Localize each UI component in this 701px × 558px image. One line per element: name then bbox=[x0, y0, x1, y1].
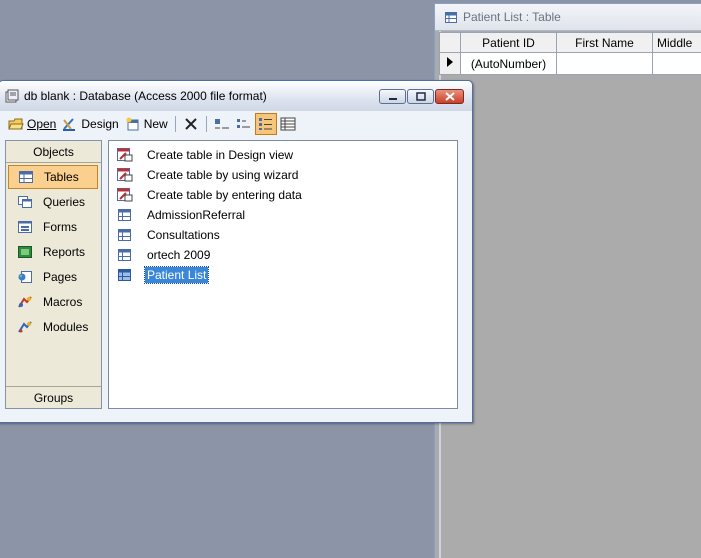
table-icon bbox=[445, 11, 457, 23]
column-header-patient-id[interactable]: Patient ID bbox=[460, 32, 557, 53]
database-window-titlebar[interactable]: db blank : Database (Access 2000 file fo… bbox=[0, 81, 472, 111]
table-row[interactable]: (AutoNumber) bbox=[439, 52, 701, 75]
list-item[interactable]: ortech 2009 bbox=[109, 245, 457, 265]
list-item-label: Patient List bbox=[143, 266, 210, 284]
record-selector[interactable] bbox=[439, 52, 461, 75]
objects-item-pages[interactable]: Pages bbox=[8, 265, 98, 289]
close-button[interactable] bbox=[435, 89, 464, 104]
open-button-label: Open bbox=[27, 117, 57, 131]
close-icon bbox=[444, 92, 455, 101]
datasheet-grid[interactable]: Patient ID First Name Middle (AutoNumber… bbox=[439, 32, 701, 75]
table-frame bbox=[439, 31, 701, 558]
list-item-label: Consultations bbox=[147, 228, 220, 242]
table-window-title: Patient List : Table bbox=[463, 10, 561, 24]
design-button[interactable]: Design bbox=[59, 113, 121, 135]
list-item-label: Create table by entering data bbox=[147, 188, 302, 202]
list-item-label: AdmissionReferral bbox=[147, 208, 246, 222]
shortcut-icon bbox=[117, 188, 133, 202]
objects-item-modules[interactable]: Modules bbox=[8, 315, 98, 339]
table-icon bbox=[118, 229, 131, 241]
large-icons-icon bbox=[214, 119, 229, 129]
list-item-label: Create table by using wizard bbox=[147, 168, 299, 182]
list-item-selected[interactable]: Patient List bbox=[109, 265, 457, 285]
toolbar-separator bbox=[205, 116, 207, 132]
macro-icon bbox=[18, 296, 32, 308]
small-icons-button[interactable] bbox=[233, 113, 255, 135]
list-view-icon bbox=[258, 118, 272, 130]
shortcut-icon bbox=[117, 148, 133, 162]
database-toolbar: Open Design New bbox=[5, 113, 465, 135]
column-header-first-name[interactable]: First Name bbox=[556, 32, 653, 53]
details-view-button[interactable] bbox=[277, 113, 299, 135]
delete-button[interactable] bbox=[180, 113, 202, 135]
objects-item-macros[interactable]: Macros bbox=[8, 290, 98, 314]
objects-item-label: Forms bbox=[43, 220, 77, 234]
module-icon bbox=[18, 321, 32, 333]
maximize-button[interactable] bbox=[407, 89, 434, 104]
list-view-button[interactable] bbox=[254, 113, 277, 135]
object-list[interactable]: Create table in Design view Create table… bbox=[108, 140, 458, 409]
groups-header[interactable]: Groups bbox=[6, 386, 101, 408]
list-item-label: Create table in Design view bbox=[147, 148, 294, 162]
objects-item-label: Modules bbox=[43, 320, 89, 334]
column-header-middle[interactable]: Middle bbox=[652, 32, 701, 53]
objects-item-reports[interactable]: Reports bbox=[8, 240, 98, 264]
list-item[interactable]: Create table in Design view bbox=[109, 145, 457, 165]
small-icons-icon bbox=[236, 119, 250, 128]
database-window-title: db blank : Database (Access 2000 file fo… bbox=[24, 89, 267, 103]
list-item[interactable]: Consultations bbox=[109, 225, 457, 245]
cell-first-name[interactable] bbox=[556, 52, 653, 75]
toolbar-separator bbox=[174, 116, 176, 132]
table-window[interactable]: Patient List : Table Patient ID First Na… bbox=[434, 3, 701, 558]
objects-item-label: Pages bbox=[43, 270, 78, 284]
objects-item-label: Macros bbox=[43, 295, 83, 309]
table-icon bbox=[118, 209, 131, 221]
objects-item-label: Tables bbox=[44, 170, 79, 184]
open-icon bbox=[8, 118, 24, 130]
delete-icon bbox=[185, 118, 197, 130]
cell-patient-id[interactable]: (AutoNumber) bbox=[460, 52, 557, 75]
select-all-cell[interactable] bbox=[439, 32, 461, 53]
minimize-icon bbox=[388, 97, 397, 100]
report-icon bbox=[18, 246, 32, 258]
form-icon bbox=[18, 221, 32, 233]
design-button-label: Design bbox=[81, 117, 119, 131]
table-icon bbox=[118, 269, 131, 281]
page-icon bbox=[18, 271, 32, 283]
objects-header[interactable]: Objects bbox=[6, 141, 101, 163]
table-icon bbox=[19, 171, 33, 183]
new-button-label: New bbox=[143, 117, 168, 131]
new-button[interactable]: New bbox=[122, 113, 171, 135]
table-icon bbox=[118, 249, 131, 261]
cell-middle[interactable] bbox=[652, 52, 701, 75]
open-button[interactable]: Open bbox=[5, 113, 59, 135]
objects-bar: Objects Tables Queries Forms Reports Pag… bbox=[5, 140, 102, 409]
list-item[interactable]: Create table by using wizard bbox=[109, 165, 457, 185]
objects-item-label: Reports bbox=[43, 245, 86, 259]
table-window-titlebar[interactable]: Patient List : Table bbox=[435, 4, 701, 31]
objects-item-tables[interactable]: Tables bbox=[8, 165, 98, 189]
shortcut-icon bbox=[117, 168, 133, 182]
list-item[interactable]: AdmissionReferral bbox=[109, 205, 457, 225]
minimize-button[interactable] bbox=[379, 89, 406, 104]
query-icon bbox=[18, 196, 32, 208]
list-item-label: ortech 2009 bbox=[147, 248, 211, 262]
list-item[interactable]: Create table by entering data bbox=[109, 185, 457, 205]
details-view-icon bbox=[280, 117, 296, 131]
new-icon bbox=[126, 117, 139, 131]
database-window[interactable]: db blank : Database (Access 2000 file fo… bbox=[0, 80, 473, 423]
objects-item-label: Queries bbox=[43, 195, 86, 209]
maximize-icon bbox=[415, 92, 426, 101]
design-icon bbox=[63, 118, 76, 131]
objects-item-forms[interactable]: Forms bbox=[8, 215, 98, 239]
large-icons-button[interactable] bbox=[211, 113, 233, 135]
database-icon bbox=[5, 89, 19, 103]
objects-item-queries[interactable]: Queries bbox=[8, 190, 98, 214]
current-record-arrow-icon bbox=[447, 57, 453, 67]
